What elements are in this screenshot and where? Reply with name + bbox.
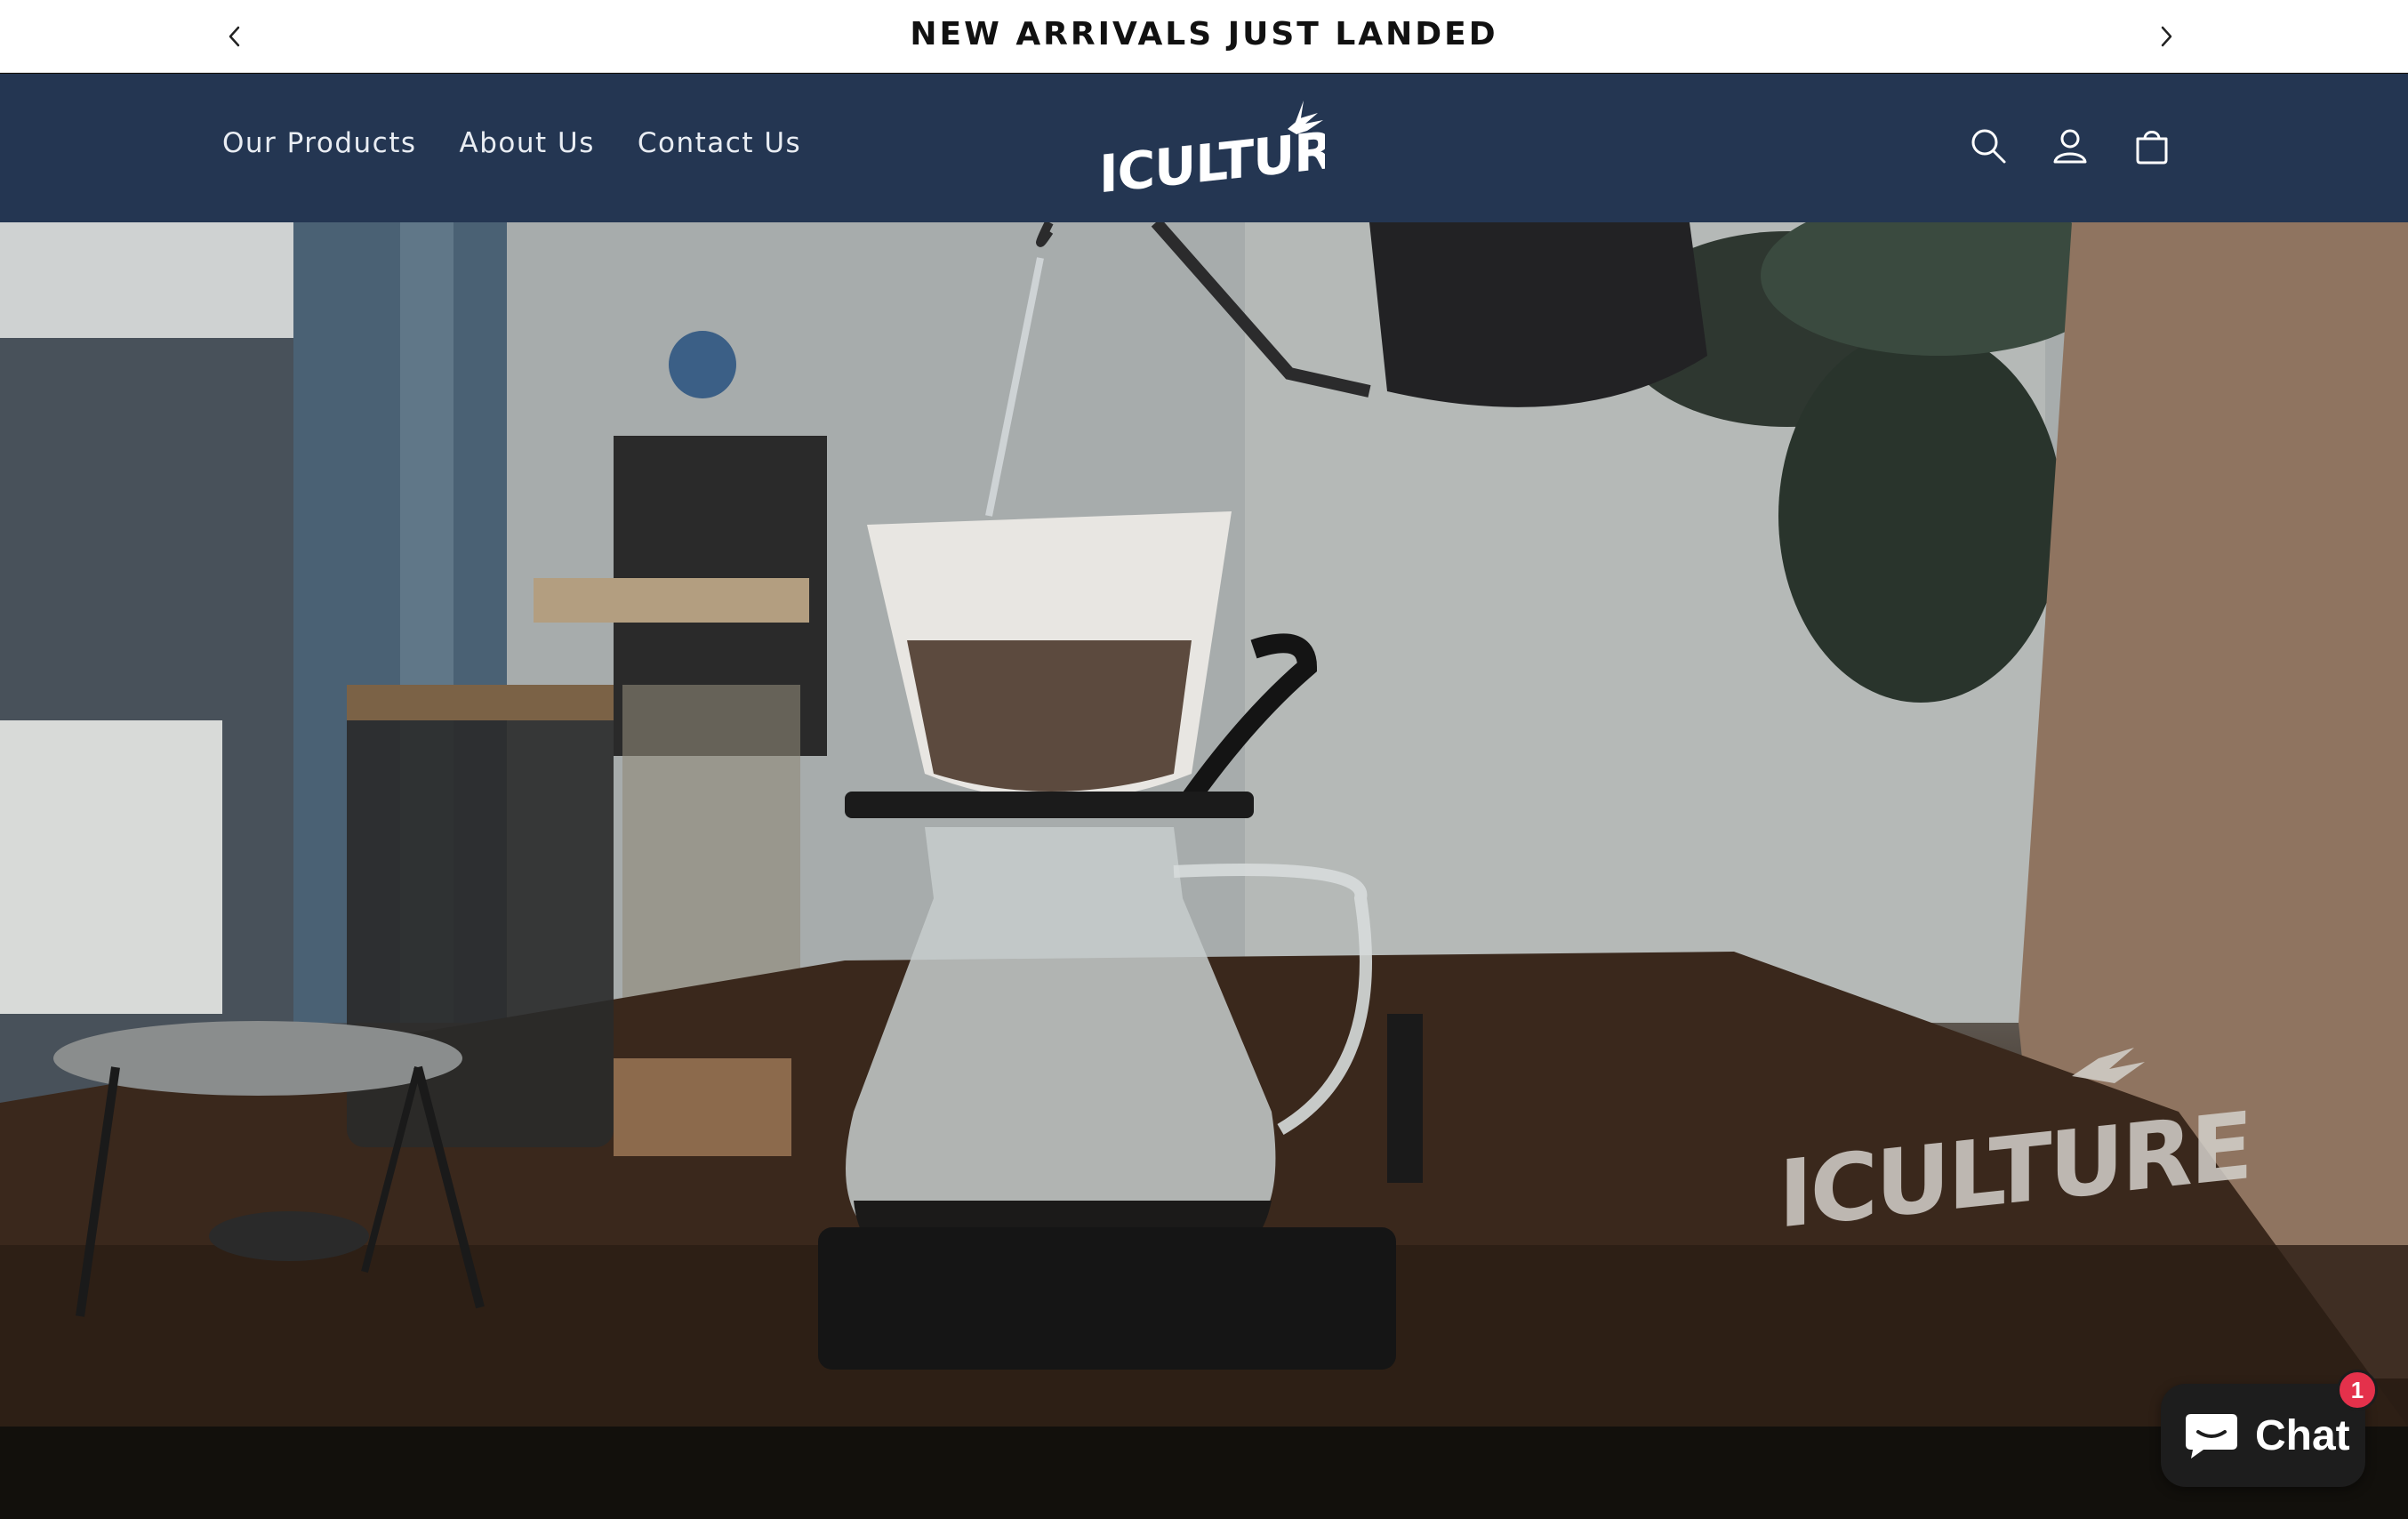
header-icons: [1965, 123, 2175, 169]
hero-image: ICULTURE: [0, 222, 2408, 1427]
logo-graphic: ICULTURE: [1099, 100, 1367, 205]
hero-banner: ICULTURE: [0, 222, 2408, 1427]
account-icon: [2053, 129, 2087, 164]
announcement-bar: NEW ARRIVALS JUST LANDED: [0, 0, 2408, 73]
main-nav: Our Products About Us Contact Us: [222, 127, 801, 159]
nav-link-our-products[interactable]: Our Products: [222, 127, 417, 159]
nav-link-contact-us[interactable]: Contact Us: [638, 127, 801, 159]
cart-button[interactable]: [2129, 123, 2175, 169]
chat-button[interactable]: Chat 1: [2161, 1370, 2378, 1487]
account-button[interactable]: [2047, 123, 2093, 169]
chat-notification-badge: 1: [2337, 1370, 2378, 1410]
search-button[interactable]: [1965, 123, 2011, 169]
chat-label: Chat: [2255, 1411, 2350, 1459]
announcement-next-button[interactable]: [2148, 19, 2184, 54]
footer-band: [0, 1427, 2408, 1519]
chat-bubble-icon: [2186, 1414, 2237, 1459]
announcement-message[interactable]: NEW ARRIVALS JUST LANDED: [0, 16, 2408, 52]
search-icon: [1971, 129, 2006, 164]
site-header: Our Products About Us Contact Us ICULTUR…: [0, 74, 2408, 222]
nav-link-about-us[interactable]: About Us: [460, 127, 595, 159]
chevron-right-icon: [2161, 26, 2172, 47]
cart-icon: [2136, 131, 2168, 165]
site-logo[interactable]: ICULTURE: [1094, 93, 1367, 205]
